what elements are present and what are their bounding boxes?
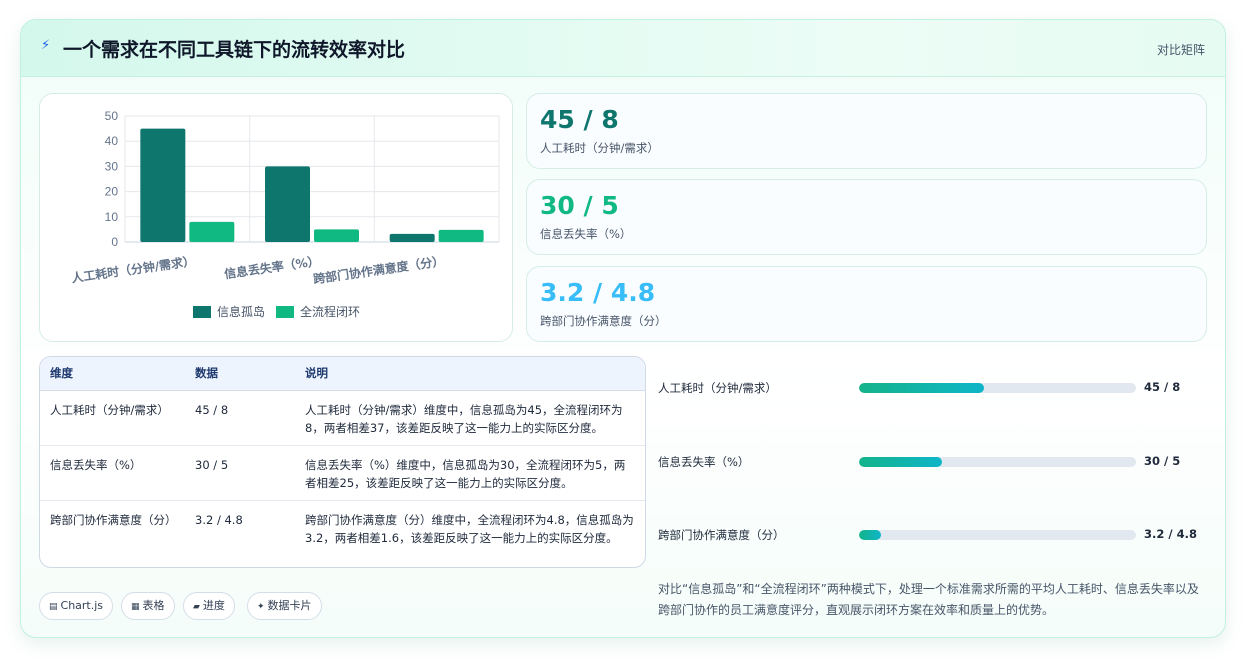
progress-label: 人工耗时（分钟/需求） xyxy=(658,381,777,395)
y-tick-label: 30 xyxy=(105,159,119,173)
data-table: 维度 数据 说明 人工耗时（分钟/需求） 45 / 8 人工耗时（分钟/需求）维… xyxy=(40,357,645,555)
stat-value: 30 / 5 xyxy=(540,191,619,220)
chip-table[interactable]: ▦ 表格 xyxy=(121,592,175,620)
progress-track xyxy=(859,383,1136,393)
stat-label: 跨部门协作满意度（分） xyxy=(540,314,667,328)
progress-row-loss: 信息丢失率（%） 30 / 5 xyxy=(658,452,1218,472)
folder-icon: ▰ xyxy=(193,602,200,612)
stat-label: 人工耗时（分钟/需求） xyxy=(540,141,659,155)
progress-track xyxy=(859,457,1136,467)
chart-description: 对比“信息孤岛”和“全流程闭环”两种模式下，处理一个标准需求所需的平均人工耗时、… xyxy=(658,582,1199,617)
table-cell: 30 / 5 xyxy=(185,445,295,501)
bar-0-2 xyxy=(389,233,435,242)
chip-data-card[interactable]: ✦ 数据卡片 xyxy=(247,592,322,620)
progress-value: 30 / 5 xyxy=(1144,454,1181,468)
table-cell: 人工耗时（分钟/需求） xyxy=(40,390,185,446)
bar-chart: 0 10 20 30 40 50 人工耗时（分钟/需求） 信息丢失率（%）跨部门协作满意度（分… xyxy=(70,109,500,319)
progress-value: 3.2 / 4.8 xyxy=(1144,527,1197,541)
progress-row-time: 人工耗时（分钟/需求） 45 / 8 xyxy=(658,378,1218,398)
table-header-row: 维度 数据 说明 xyxy=(40,357,645,391)
bar-0-0 xyxy=(140,128,186,242)
chip-label: Chart.js xyxy=(60,599,104,612)
table-cell: 信息丢失率（%）维度中，信息孤岛为30，全流程闭环为5，两者相差25，该差距反映… xyxy=(295,445,645,501)
table-icon: ▦ xyxy=(131,602,140,612)
legend-swatch xyxy=(276,306,294,318)
bar-1-2 xyxy=(438,229,484,242)
progress-value: 45 / 8 xyxy=(1144,380,1181,394)
table-cell: 跨部门协作满意度（分） xyxy=(50,512,177,527)
stat-card-satisfaction: 3.2 / 4.8 跨部门协作满意度（分） xyxy=(526,266,1207,342)
y-tick-label: 50 xyxy=(105,109,119,123)
chip-chartjs[interactable]: ▤ Chart.js xyxy=(39,592,114,620)
x-tick-label: 人工耗时（分钟/需求） xyxy=(70,253,195,285)
y-tick-label: 20 xyxy=(105,185,119,199)
bar-1-0 xyxy=(189,221,235,242)
chip-progress[interactable]: ▰ 进度 xyxy=(183,592,235,620)
page-title: 一个需求在不同工具链下的流转效率对比 xyxy=(63,39,406,61)
table-row: 信息丢失率（%） 30 / 5 信息丢失率（%）维度中，信息孤岛为30，全流程闭… xyxy=(40,445,645,501)
stat-label: 信息丢失率（%） xyxy=(540,227,632,241)
stat-value: 3.2 / 4.8 xyxy=(540,278,656,307)
comparison-card: ⚡ 一个需求在不同工具链下的流转效率对比 对比矩阵 0 10 20 30 40 50 人工耗… xyxy=(20,19,1226,638)
progress-label: 信息丢失率（%） xyxy=(658,455,750,469)
column-header: 数据 xyxy=(185,357,295,391)
legend-swatch xyxy=(193,306,211,318)
stat-card-time: 45 / 8 人工耗时（分钟/需求） xyxy=(526,93,1207,169)
table-cell: 人工耗时（分钟/需求）维度中，信息孤岛为45，全流程闭环为8，两者相差37，该差… xyxy=(295,390,645,446)
bar-1-1 xyxy=(314,229,359,242)
card-header: ⚡ 一个需求在不同工具链下的流转效率对比 对比矩阵 xyxy=(21,20,1225,77)
chip-label: 进度 xyxy=(202,599,225,612)
table-row: 跨部门协作满意度（分） 3.2 / 4.8 跨部门协作满意度（分）维度中，全流程… xyxy=(40,500,645,555)
y-tick-label: 10 xyxy=(105,210,119,224)
progress-row-satisfaction: 跨部门协作满意度（分） 3.2 / 4.8 xyxy=(658,525,1218,545)
data-table-panel: 维度 数据 说明 人工耗时（分钟/需求） 45 / 8 人工耗时（分钟/需求）维… xyxy=(39,356,646,568)
sparkle-icon: ✦ xyxy=(257,602,265,612)
bolt-icon: ⚡ xyxy=(41,38,51,53)
legend-label: 全流程闭环 xyxy=(300,304,360,319)
column-header: 说明 xyxy=(295,357,645,391)
table-cell: 3.2 / 4.8 xyxy=(195,512,243,527)
progress-fill xyxy=(859,383,984,393)
legend-label: 信息孤岛 xyxy=(217,304,265,319)
table-cell: 45 / 8 xyxy=(185,390,295,446)
y-tick-label: 40 xyxy=(105,134,119,148)
progress-fill xyxy=(859,530,882,540)
progress-label: 跨部门协作满意度（分） xyxy=(658,528,785,542)
bar-chart-panel: 0 10 20 30 40 50 人工耗时（分钟/需求） 信息丢失率（%） 跨部门协作满意度（分… xyxy=(39,93,513,342)
table-cell: 信息丢失率（%） xyxy=(40,445,185,501)
chip-label: 数据卡片 xyxy=(267,599,312,612)
y-tick-label: 0 xyxy=(111,235,118,249)
x-tick-label: 信息丢失率（%） xyxy=(223,253,320,281)
table-cell: 跨部门协作满意度（分）维度中，全流程闭环为4.8，信息孤岛为3.2，两者相差1.… xyxy=(305,512,634,545)
matrix-tag: 对比矩阵 xyxy=(1156,43,1205,57)
progress-fill xyxy=(859,457,943,467)
table-row: 人工耗时（分钟/需求） 45 / 8 人工耗时（分钟/需求）维度中，信息孤岛为4… xyxy=(40,390,645,446)
x-tick-label: 跨部门协作满意度（分） xyxy=(312,253,445,286)
bar-0-1 xyxy=(265,166,310,242)
stat-card-loss: 30 / 5 信息丢失率（%） xyxy=(526,179,1207,255)
chart-icon: ▤ xyxy=(49,602,58,612)
column-header: 维度 xyxy=(40,357,185,391)
chip-label: 表格 xyxy=(142,599,165,612)
stat-value: 45 / 8 xyxy=(540,105,619,134)
progress-track xyxy=(859,530,1136,540)
